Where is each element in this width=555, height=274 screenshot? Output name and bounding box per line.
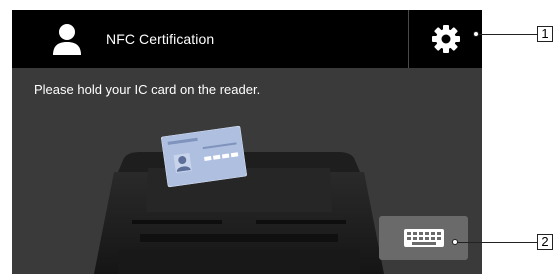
nfc-certification-screen: NFC Certification Please hold your IC ca… <box>12 10 482 274</box>
settings-button[interactable] <box>408 10 482 68</box>
callout-1-leader <box>476 34 537 35</box>
header-bar: NFC Certification <box>12 10 482 68</box>
callout-2-leader <box>454 242 537 243</box>
page-title: NFC Certification <box>106 31 215 47</box>
callout-1: 1 <box>537 26 553 42</box>
callout-1-marker <box>473 31 479 37</box>
instruction-message: Please hold your IC card on the reader. <box>34 82 261 97</box>
callout-2: 2 <box>537 234 553 250</box>
keyboard-button[interactable] <box>379 216 468 260</box>
user-icon <box>52 22 82 56</box>
callout-2-marker <box>452 239 458 245</box>
